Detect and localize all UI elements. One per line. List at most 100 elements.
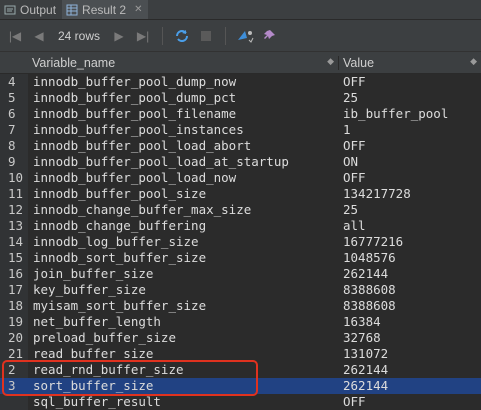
cell-variable-name[interactable]: innodb_change_buffering — [28, 218, 339, 234]
table-row[interactable]: 10 innodb_buffer_pool_load_now OFF — [0, 170, 481, 186]
table-row[interactable]: 13 innodb_change_buffering all — [0, 218, 481, 234]
cell-value[interactable]: 1 — [339, 122, 481, 138]
cell-variable-name[interactable]: innodb_buffer_pool_dump_pct — [28, 90, 339, 106]
cell-variable-name[interactable]: innodb_buffer_pool_dump_now — [28, 74, 339, 90]
toolbar-divider-2 — [225, 26, 227, 45]
cell-variable-name[interactable]: sort_buffer_size — [28, 378, 339, 394]
cell-value[interactable]: 131072 — [339, 346, 481, 362]
cell-variable-name[interactable]: innodb_buffer_pool_load_now — [28, 170, 339, 186]
stop-icon[interactable] — [197, 27, 215, 45]
row-number: 15 — [0, 250, 28, 266]
toolbar-divider — [162, 26, 164, 45]
cell-variable-name[interactable]: myisam_sort_buffer_size — [28, 298, 339, 314]
row-number: 18 — [0, 298, 28, 314]
cell-value[interactable]: OFF — [339, 74, 481, 90]
table-row[interactable]: 5 innodb_buffer_pool_dump_pct 25 — [0, 90, 481, 106]
cell-variable-name[interactable]: join_buffer_size — [28, 266, 339, 282]
table-row[interactable]: 14 innodb_log_buffer_size 16777216 — [0, 234, 481, 250]
cell-value[interactable]: 262144 — [339, 362, 481, 378]
next-page-icon[interactable]: ▶ — [110, 27, 128, 45]
cell-variable-name[interactable]: read_rnd_buffer_size — [28, 362, 339, 378]
column-header-variable-name-label: Variable_name — [32, 55, 116, 70]
row-number: 11 — [0, 186, 28, 202]
cell-value[interactable]: OFF — [339, 170, 481, 186]
row-number: 17 — [0, 282, 28, 298]
table-row[interactable]: 4 innodb_buffer_pool_dump_now OFF — [0, 74, 481, 90]
last-page-icon[interactable]: ▶| — [134, 27, 152, 45]
cell-variable-name[interactable]: key_buffer_size — [28, 282, 339, 298]
cell-value[interactable]: 8388608 — [339, 282, 481, 298]
cell-variable-name[interactable]: net_buffer_length — [28, 314, 339, 330]
cell-value[interactable]: 1048576 — [339, 250, 481, 266]
cell-value[interactable]: 262144 — [339, 378, 481, 394]
cell-value[interactable]: 8388608 — [339, 298, 481, 314]
refresh-icon[interactable] — [173, 27, 191, 45]
cell-value[interactable]: 25 — [339, 90, 481, 106]
cell-variable-name[interactable]: innodb_buffer_pool_load_at_startup — [28, 154, 339, 170]
cell-value[interactable]: ON — [339, 154, 481, 170]
cell-variable-name[interactable]: sql_buffer_result — [28, 394, 339, 410]
table-row[interactable]: 18 myisam_sort_buffer_size 8388608 — [0, 298, 481, 314]
result-grid: Variable_name ◆ Value ◆ 4 innodb_buffer_p… — [0, 52, 481, 410]
tab-bar: Output Result 2 ✕ — [0, 0, 481, 20]
table-row[interactable]: 9 innodb_buffer_pool_load_at_startup ON — [0, 154, 481, 170]
cell-variable-name[interactable]: innodb_log_buffer_size — [28, 234, 339, 250]
row-number: 20 — [0, 330, 28, 346]
table-row[interactable]: 3 sort_buffer_size 262144 — [0, 378, 481, 394]
row-number: 10 — [0, 170, 28, 186]
cell-variable-name[interactable]: innodb_change_buffer_max_size — [28, 202, 339, 218]
column-header-variable-name[interactable]: Variable_name ◆ — [28, 55, 339, 70]
table-row[interactable]: 6 innodb_buffer_pool_filename ib_buffer_po… — [0, 106, 481, 122]
cell-value[interactable]: 134217728 — [339, 186, 481, 202]
grid-header: Variable_name ◆ Value ◆ — [0, 52, 481, 74]
previous-page-icon[interactable]: ◀ — [30, 27, 48, 45]
cell-variable-name[interactable]: innodb_buffer_pool_filename — [28, 106, 339, 122]
grid-body: 4 innodb_buffer_pool_dump_now OFF 5 innodb_b… — [0, 74, 481, 410]
close-icon[interactable]: ✕ — [134, 4, 142, 15]
row-count: 24 rows — [58, 28, 101, 43]
cell-value[interactable]: OFF — [339, 138, 481, 154]
sort-icon[interactable]: ◆ — [470, 56, 481, 70]
cell-value[interactable]: all — [339, 218, 481, 234]
cell-variable-name[interactable]: innodb_buffer_pool_size — [28, 186, 339, 202]
table-row[interactable]: 21 read_buffer_size 131072 — [0, 346, 481, 362]
table-row[interactable]: 2 read_rnd_buffer_size 262144 — [0, 362, 481, 378]
table-row[interactable]: 17 key_buffer_size 8388608 — [0, 282, 481, 298]
sort-icon[interactable]: ◆ — [327, 56, 338, 70]
row-number: 8 — [0, 138, 28, 154]
cell-value[interactable]: 16384 — [339, 314, 481, 330]
result-toolbar: |◀ ◀ 24 rows ▶ ▶| — [0, 20, 481, 52]
table-row[interactable]: 16 join_buffer_size 262144 — [0, 266, 481, 282]
transpose-icon[interactable] — [236, 27, 254, 45]
column-header-value[interactable]: Value ◆ — [339, 56, 481, 70]
output-icon — [4, 4, 16, 16]
cell-value[interactable]: 262144 — [339, 266, 481, 282]
table-row[interactable]: 12 innodb_change_buffer_max_size 25 — [0, 202, 481, 218]
cell-value[interactable]: 25 — [339, 202, 481, 218]
cell-variable-name[interactable]: read_buffer_size — [28, 346, 339, 362]
table-row[interactable]: 20 preload_buffer_size 32768 — [0, 330, 481, 346]
cell-value[interactable]: ib_buffer_pool — [339, 106, 481, 122]
table-row[interactable]: 8 innodb_buffer_pool_load_abort OFF — [0, 138, 481, 154]
table-row[interactable]: 15 innodb_sort_buffer_size 1048576 — [0, 250, 481, 266]
row-number: 9 — [0, 154, 28, 170]
cell-value[interactable]: 32768 — [339, 330, 481, 346]
cell-variable-name[interactable]: innodb_buffer_pool_load_abort — [28, 138, 339, 154]
table-row[interactable]: sql_buffer_result OFF — [0, 394, 481, 410]
table-row[interactable]: 7 innodb_buffer_pool_instances 1 — [0, 122, 481, 138]
row-number: 21 — [0, 346, 28, 362]
tab-result-2-label: Result 2 — [82, 2, 127, 17]
row-number: 13 — [0, 218, 28, 234]
table-row[interactable]: 11 innodb_buffer_pool_size 134217728 — [0, 186, 481, 202]
cell-variable-name[interactable]: innodb_buffer_pool_instances — [28, 122, 339, 138]
row-number: 7 — [0, 122, 28, 138]
tab-result-2[interactable]: Result 2 ✕ — [62, 0, 149, 19]
first-page-icon[interactable]: |◀ — [6, 27, 24, 45]
pin-icon[interactable] — [260, 27, 278, 45]
cell-value[interactable]: OFF — [339, 394, 481, 410]
cell-value[interactable]: 16777216 — [339, 234, 481, 250]
tab-output[interactable]: Output — [0, 0, 62, 19]
table-row[interactable]: 19 net_buffer_length 16384 — [0, 314, 481, 330]
cell-variable-name[interactable]: innodb_sort_buffer_size — [28, 250, 339, 266]
cell-variable-name[interactable]: preload_buffer_size — [28, 330, 339, 346]
